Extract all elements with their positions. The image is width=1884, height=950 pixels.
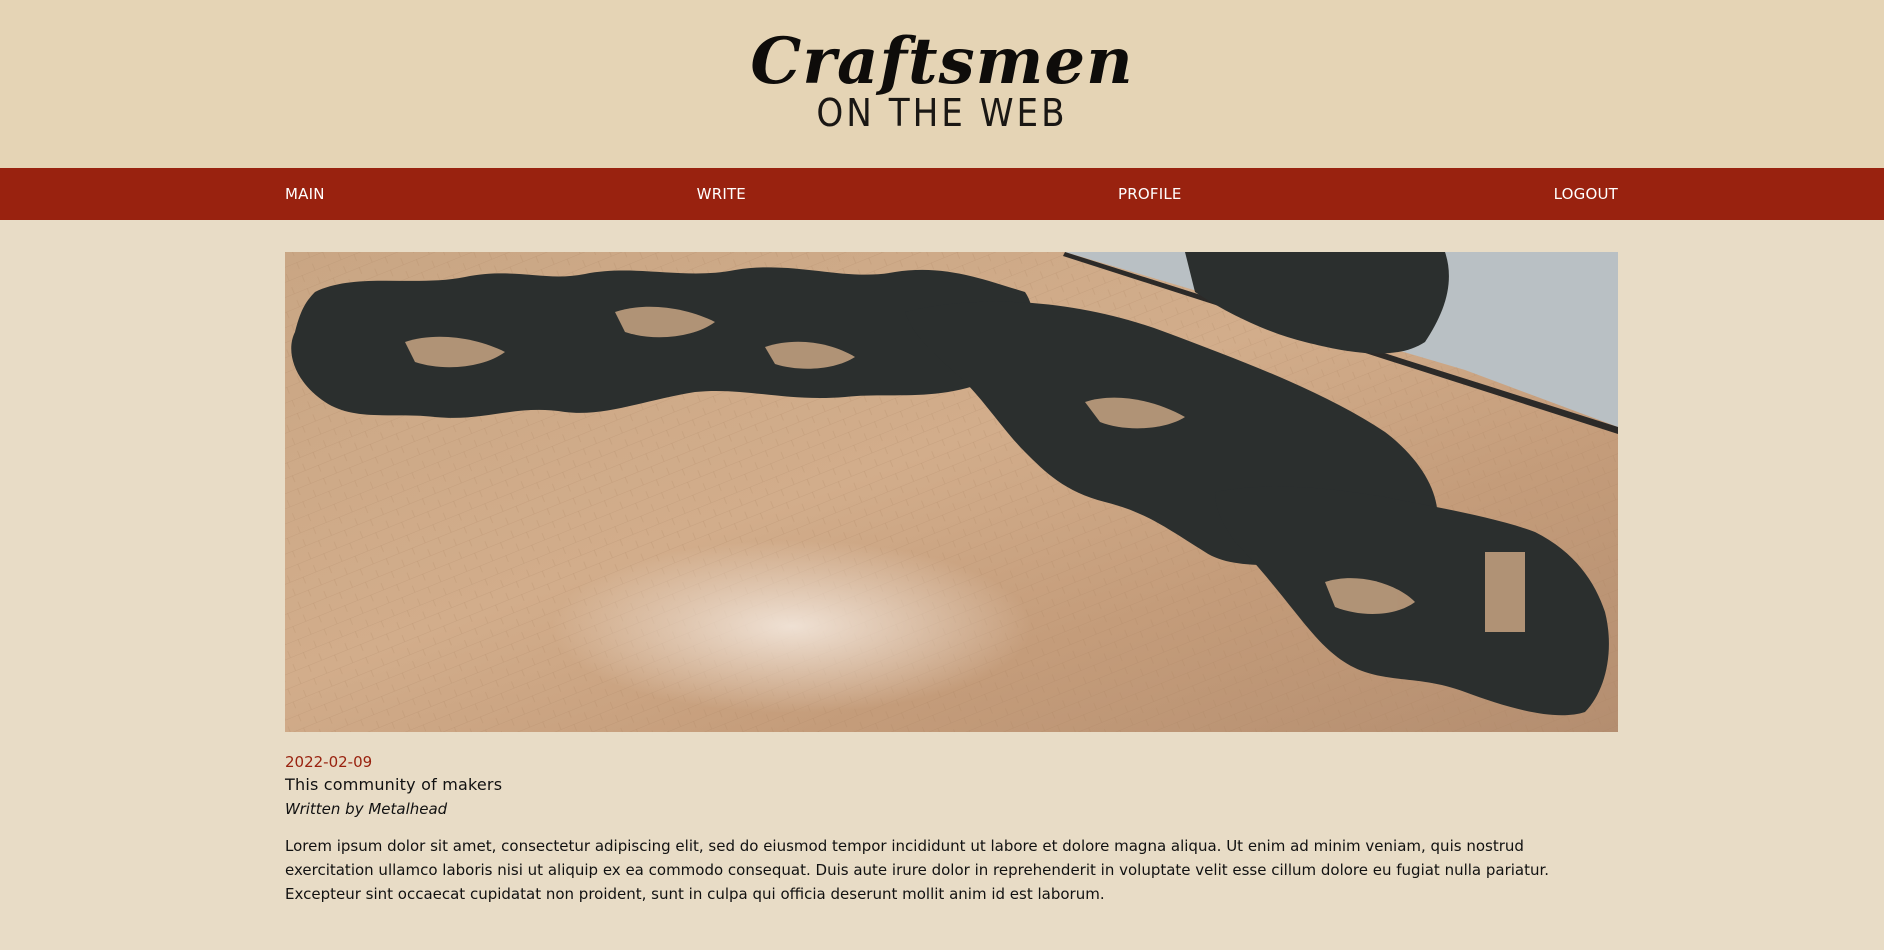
post-article: 2022-02-09 This community of makers Writ… [285, 252, 1618, 906]
site-header: Craftsmen ON THE WEB [0, 0, 1884, 168]
page: Craftsmen ON THE WEB MAIN WRITE PROFILE … [0, 0, 1884, 950]
post-body: Lorem ipsum dolor sit amet, consectetur … [285, 837, 1550, 903]
main-navigation: MAIN WRITE PROFILE LOGOUT [0, 168, 1884, 220]
nav-logout-link[interactable]: LOGOUT [1554, 185, 1618, 203]
nav-write-link[interactable]: WRITE [697, 185, 746, 203]
nav-profile-link[interactable]: PROFILE [1118, 185, 1182, 203]
post-author: Written by Metalhead [285, 800, 448, 818]
post-hero-image [285, 252, 1618, 732]
nav-main-link[interactable]: MAIN [285, 185, 325, 203]
post-date: 2022-02-09 [285, 753, 373, 771]
site-logo-subtitle: ON THE WEB [816, 91, 1068, 135]
post-title: This community of makers [285, 775, 503, 794]
site-logo-title[interactable]: Craftsmen [750, 26, 1133, 98]
